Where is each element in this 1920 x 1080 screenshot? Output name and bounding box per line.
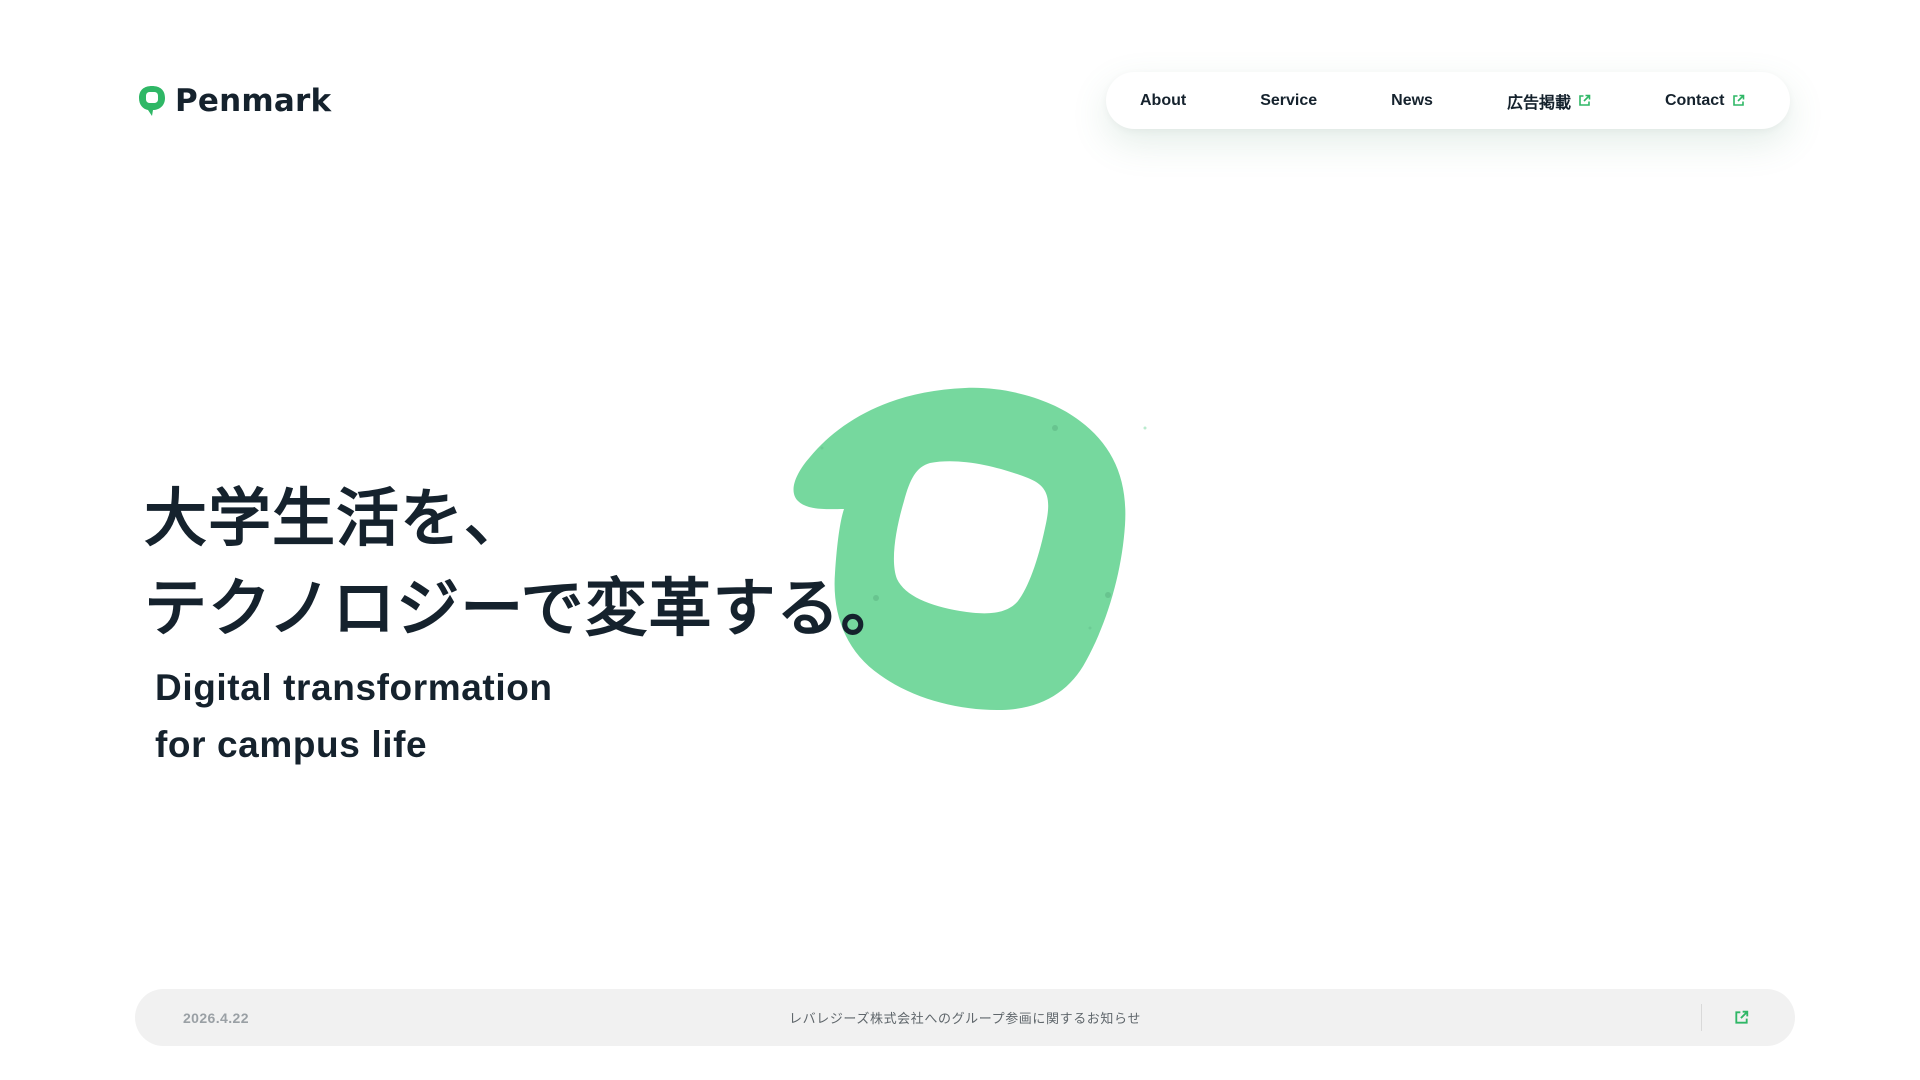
nav-item-label: About <box>1140 91 1187 109</box>
hero-headline-en-line: Digital transformation <box>155 667 553 708</box>
nav-item-label: 広告掲載 <box>1506 94 1571 112</box>
nav-item-label: Service <box>1260 91 1318 109</box>
nav-item-label: Contact <box>1664 91 1725 109</box>
penmark-logo-icon <box>139 86 165 116</box>
news-banner[interactable]: 2026.4.22 レバレジーズ株式会社へのグループ参画に関するお知らせ <box>135 989 1795 1046</box>
nav-item-advertising[interactable]: 広告掲載 <box>1507 89 1591 113</box>
page: Penmark About Service News 広告掲載 Contact <box>0 0 1920 1080</box>
news-title: レバレジーズ株式会社へのグループ参画に関するお知らせ <box>789 1012 1141 1027</box>
nav-item-label: News <box>1391 91 1433 109</box>
logo-text: Penmark <box>175 83 332 119</box>
news-divider <box>1701 1004 1702 1031</box>
hero-headline-en: Digital transformation for campus life <box>155 659 553 773</box>
nav-item-news[interactable]: News <box>1391 92 1433 110</box>
hero-headline-en-line: for campus life <box>155 724 428 765</box>
external-link-icon <box>1579 94 1591 106</box>
hero-headline-jp-line: テクノロジーで変革する。 <box>144 572 905 645</box>
nav-item-service[interactable]: Service <box>1260 92 1317 110</box>
nav-item-contact[interactable]: Contact <box>1665 92 1745 110</box>
hero-headline-jp-line: 大学生活を、 <box>144 482 528 555</box>
main-nav: About Service News 広告掲載 Contact <box>1106 72 1790 129</box>
logo-link[interactable]: Penmark <box>138 82 331 120</box>
hero-headline-jp: 大学生活を、 テクノロジーで変革する。 <box>144 474 904 654</box>
external-link-icon[interactable] <box>1734 1010 1749 1025</box>
external-link-icon <box>1732 94 1744 106</box>
nav-item-about[interactable]: About <box>1140 92 1186 110</box>
